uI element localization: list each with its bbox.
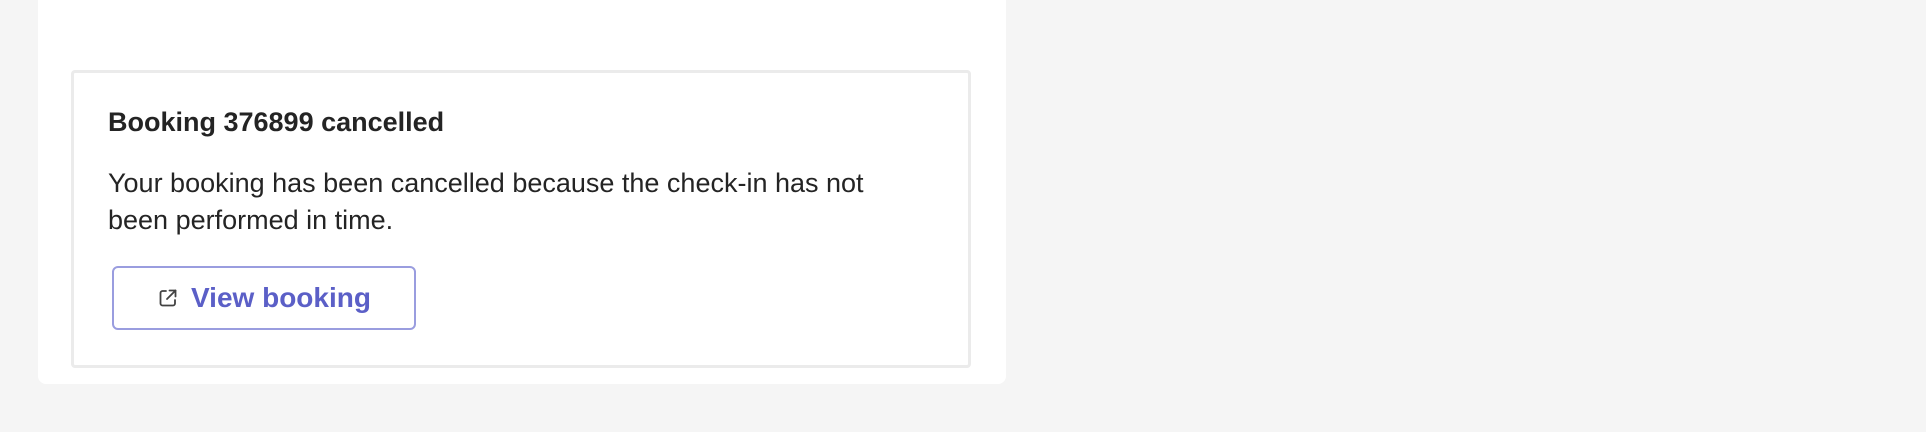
booking-cancelled-card: Booking 376899 cancelled Your booking ha… <box>71 70 971 368</box>
notification-message: Your booking has been cancelled because … <box>108 168 864 235</box>
view-booking-label: View booking <box>191 282 371 313</box>
external-link-icon <box>157 287 179 309</box>
view-booking-button[interactable]: View booking <box>112 266 416 330</box>
message-container: Booking 376899 cancelled Your booking ha… <box>38 0 1006 384</box>
notification-title: Booking 376899 cancelled <box>108 107 445 137</box>
